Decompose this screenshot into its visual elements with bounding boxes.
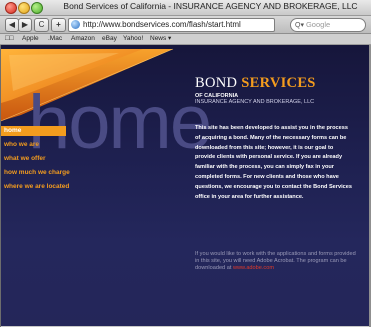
reload-button[interactable]: C [34, 18, 49, 32]
logo-word-bond: BOND [195, 75, 238, 91]
acrobat-note-text: If you would like to work with the appli… [195, 251, 356, 271]
bookmark-news-menu[interactable]: News ▾ [150, 34, 171, 44]
site-favicon-icon [71, 20, 80, 29]
logo-tagline: INSURANCE AGENCY AND BROKERAGE, LLC [195, 99, 315, 105]
browser-toolbar: ◀ ▶ C + http://www.bondservices.com/flas… [0, 16, 371, 34]
bookmark-ebay[interactable]: eBay [102, 34, 117, 44]
acrobat-note: If you would like to work with the appli… [195, 251, 360, 271]
zoom-window-icon[interactable] [31, 2, 43, 14]
address-bar[interactable]: http://www.bondservices.com/flash/start.… [68, 18, 275, 32]
search-field[interactable]: Q▾ Google [290, 18, 366, 32]
bond-services-logo: BOND SERVICES OF CALIFORNIA INSURANCE AG… [195, 75, 355, 105]
nav-what-we-offer[interactable]: what we offer [4, 154, 114, 164]
bookmarks-book-icon[interactable]: □□ [5, 34, 13, 44]
back-button[interactable]: ◀ [5, 18, 19, 32]
logo-word-services: SERVICES [241, 75, 316, 91]
nav-who-we-are[interactable]: who we are [4, 140, 114, 150]
title-bar[interactable]: Bond Services of California - INSURANCE … [0, 0, 371, 16]
browser-window: Bond Services of California - INSURANCE … [0, 0, 371, 327]
bookmarks-bar: □□ Apple .Mac Amazon eBay Yahoo! News ▾ [0, 34, 371, 45]
nav-home[interactable]: home [1, 126, 66, 136]
search-icon: Q▾ [295, 22, 304, 29]
search-placeholder: Google [305, 20, 331, 29]
intro-paragraph: This site has been developed to assist y… [195, 125, 352, 200]
close-window-icon[interactable] [5, 2, 17, 14]
minimize-window-icon[interactable] [18, 2, 30, 14]
forward-button[interactable]: ▶ [18, 18, 32, 32]
bookmark-amazon[interactable]: Amazon [71, 34, 95, 44]
adobe-link[interactable]: www.adobe.com [233, 265, 274, 271]
bookmark-apple[interactable]: Apple [22, 34, 39, 44]
nav-where-we-are-located[interactable]: where we are located [4, 182, 114, 192]
bookmark-mac[interactable]: .Mac [48, 34, 62, 44]
logo-wordmark: BOND SERVICES [195, 75, 355, 92]
flash-page: home home who we are what we offer how m… [1, 45, 369, 326]
nav-how-much-we-charge[interactable]: how much we charge [4, 168, 114, 178]
url-text: http://www.bondservices.com/flash/start.… [83, 20, 241, 29]
add-bookmark-button[interactable]: + [51, 18, 66, 32]
bookmark-yahoo[interactable]: Yahoo! [123, 34, 143, 44]
window-title: Bond Services of California - INSURANCE … [63, 1, 358, 11]
